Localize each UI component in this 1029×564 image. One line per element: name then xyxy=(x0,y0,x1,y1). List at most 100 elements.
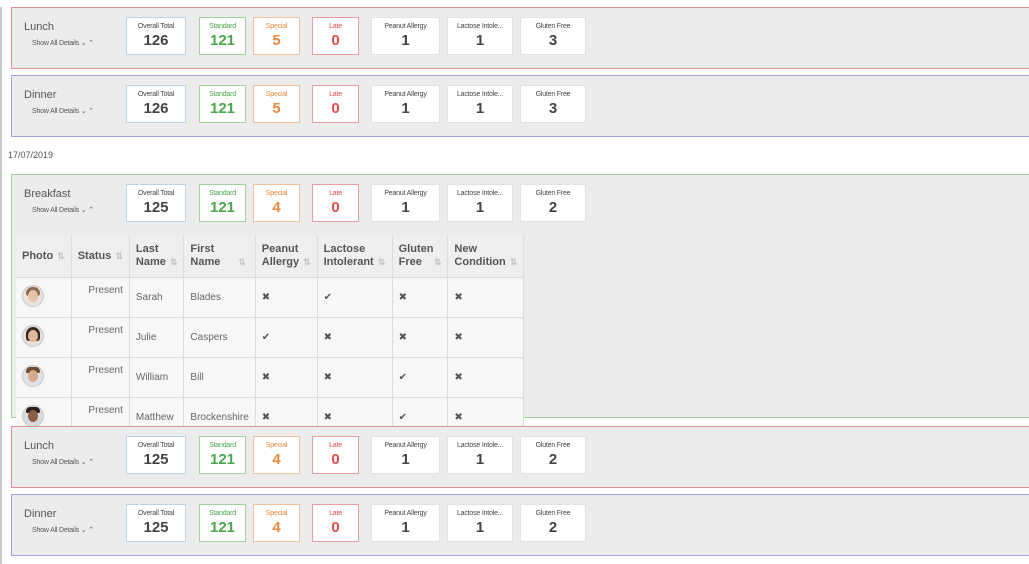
stat-peanut-allergy: Peanut Allergy 1 xyxy=(371,17,440,55)
last-name-cell: Julie xyxy=(129,317,185,358)
stat-gluten-free: Gluten Free 3 xyxy=(520,85,586,123)
meal-panel-dinner: Dinner Show All Details ⌄ ⌃ Overall Tota… xyxy=(11,75,1029,137)
status-cell: Present xyxy=(71,277,130,318)
meal-title: Dinner xyxy=(24,89,57,101)
stat-standard: Standard 121 xyxy=(199,436,246,474)
cross-icon: ✖ xyxy=(261,372,271,383)
meal-panel-breakfast: Breakfast Show All Details ⌄ ⌃ Overall T… xyxy=(11,174,1029,438)
stat-late: Late 0 xyxy=(312,184,359,222)
cross-icon: ✖ xyxy=(454,412,463,423)
sort-icon[interactable]: ⇅ xyxy=(115,251,123,261)
stat-late: Late 0 xyxy=(312,504,359,542)
sort-icon[interactable]: ⇅ xyxy=(303,257,311,267)
show-all-details-toggle[interactable]: Show All Details ⌄ ⌃ xyxy=(32,526,94,534)
table-row[interactable]: Present William Bill ✖ ✖ ✔ ✖ xyxy=(16,357,525,398)
meal-title: Lunch xyxy=(24,21,54,33)
avatar-photo xyxy=(22,405,44,427)
lactose-cell: ✖ xyxy=(317,317,393,358)
stat-late: Late 0 xyxy=(312,17,359,55)
col-photo[interactable]: Photo ⇅ xyxy=(16,235,72,278)
gluten-cell: ✔ xyxy=(392,357,449,398)
meal-title: Breakfast xyxy=(24,188,71,200)
peanut-cell: ✔ xyxy=(255,317,318,358)
col-gluten-free[interactable]: Gluten Free ⇅ xyxy=(392,235,449,278)
stat-lactose-intolerant: Lactose Intole... 1 xyxy=(447,504,513,542)
stat-standard: Standard 121 xyxy=(199,184,246,222)
meal-panel-lunch: Lunch Show All Details ⌄ ⌃ Overall Total… xyxy=(11,7,1029,69)
cross-icon: ✖ xyxy=(261,292,271,303)
col-lactose-intolerant[interactable]: Lactose Intolerant ⇅ xyxy=(317,235,393,278)
col-new-condition[interactable]: New Condition ⇅ xyxy=(447,235,525,278)
photo-cell xyxy=(16,277,72,318)
stat-gluten-free: Gluten Free 2 xyxy=(520,436,586,474)
stat-overall-total: Overall Total 125 xyxy=(126,184,186,222)
stat-overall-total: Overall Total 125 xyxy=(126,436,186,474)
show-all-details-toggle[interactable]: Show All Details ⌄ ⌃ xyxy=(32,458,94,466)
meal-title: Dinner xyxy=(24,508,57,520)
cross-icon: ✖ xyxy=(323,372,332,383)
sort-icon[interactable]: ⇅ xyxy=(378,257,386,267)
check-icon: ✔ xyxy=(323,292,332,303)
col-last-name[interactable]: Last Name ⇅ xyxy=(129,235,185,278)
col-first-name[interactable]: First Name ⇅ xyxy=(183,235,256,278)
photo-cell xyxy=(16,357,72,398)
status-cell: Present xyxy=(71,357,130,398)
gluten-cell: ✖ xyxy=(392,317,449,358)
show-all-details-toggle[interactable]: Show All Details ⌄ ⌃ xyxy=(32,107,94,115)
lactose-cell: ✖ xyxy=(317,357,393,398)
stat-lactose-intolerant: Lactose Intole... 1 xyxy=(447,17,513,55)
photo-cell xyxy=(16,317,72,358)
table-row[interactable]: Present Julie Caspers ✔ ✖ ✖ ✖ xyxy=(16,317,525,358)
sort-icon[interactable]: ⇅ xyxy=(57,251,65,261)
stat-overall-total: Overall Total 126 xyxy=(126,85,186,123)
stat-late: Late 0 xyxy=(312,436,359,474)
stat-lactose-intolerant: Lactose Intole... 1 xyxy=(447,184,513,222)
stat-gluten-free: Gluten Free 3 xyxy=(520,17,586,55)
stat-standard: Standard 121 xyxy=(199,17,246,55)
last-name-cell: William xyxy=(129,357,185,398)
stat-special: Special 4 xyxy=(253,184,300,222)
check-icon: ✔ xyxy=(398,412,407,423)
stat-standard: Standard 121 xyxy=(199,504,246,542)
show-all-details-toggle[interactable]: Show All Details ⌄ ⌃ xyxy=(32,39,94,47)
col-peanut-allergy[interactable]: Peanut Allergy ⇅ xyxy=(255,235,318,278)
date-heading: 17/07/2019 xyxy=(8,150,54,160)
sort-icon[interactable]: ⇅ xyxy=(434,257,442,267)
lactose-cell: ✔ xyxy=(317,277,393,318)
peanut-cell: ✖ xyxy=(255,357,318,398)
first-name-cell: Bill xyxy=(183,357,256,398)
sort-icon[interactable]: ⇅ xyxy=(510,257,518,267)
check-icon: ✔ xyxy=(261,332,271,343)
cross-icon: ✖ xyxy=(323,332,332,343)
stat-peanut-allergy: Peanut Allergy 1 xyxy=(371,85,440,123)
cross-icon: ✖ xyxy=(454,292,463,303)
col-status[interactable]: Status ⇅ xyxy=(71,235,130,278)
avatar-photo xyxy=(22,365,44,387)
stat-peanut-allergy: Peanut Allergy 1 xyxy=(371,436,440,474)
meal-report: Lunch Show All Details ⌄ ⌃ Overall Total… xyxy=(0,7,1029,564)
stat-overall-total: Overall Total 125 xyxy=(126,504,186,542)
status-cell: Present xyxy=(71,317,130,358)
stat-gluten-free: Gluten Free 2 xyxy=(520,504,586,542)
stat-special: Special 5 xyxy=(253,17,300,55)
sort-icon[interactable]: ⇅ xyxy=(238,257,246,267)
new-condition-cell: ✖ xyxy=(447,277,525,318)
cross-icon: ✖ xyxy=(398,332,407,343)
table-row[interactable]: Present Sarah Blades ✖ ✔ ✖ ✖ xyxy=(16,277,525,318)
cross-icon: ✖ xyxy=(323,412,332,423)
stat-standard: Standard 121 xyxy=(199,85,246,123)
meal-panel-dinner: Dinner Show All Details ⌄ ⌃ Overall Tota… xyxy=(11,494,1029,556)
first-name-cell: Caspers xyxy=(183,317,256,358)
cross-icon: ✖ xyxy=(454,332,463,343)
stat-special: Special 5 xyxy=(253,85,300,123)
show-all-details-toggle[interactable]: Show All Details ⌄ ⌃ xyxy=(32,206,94,214)
stat-lactose-intolerant: Lactose Intole... 1 xyxy=(447,436,513,474)
stat-overall-total: Overall Total 126 xyxy=(126,17,186,55)
stat-peanut-allergy: Peanut Allergy 1 xyxy=(371,184,440,222)
cross-icon: ✖ xyxy=(398,292,407,303)
stat-special: Special 4 xyxy=(253,436,300,474)
peanut-cell: ✖ xyxy=(255,277,318,318)
check-icon: ✔ xyxy=(398,372,407,383)
sort-icon[interactable]: ⇅ xyxy=(170,257,178,267)
cross-icon: ✖ xyxy=(454,372,463,383)
